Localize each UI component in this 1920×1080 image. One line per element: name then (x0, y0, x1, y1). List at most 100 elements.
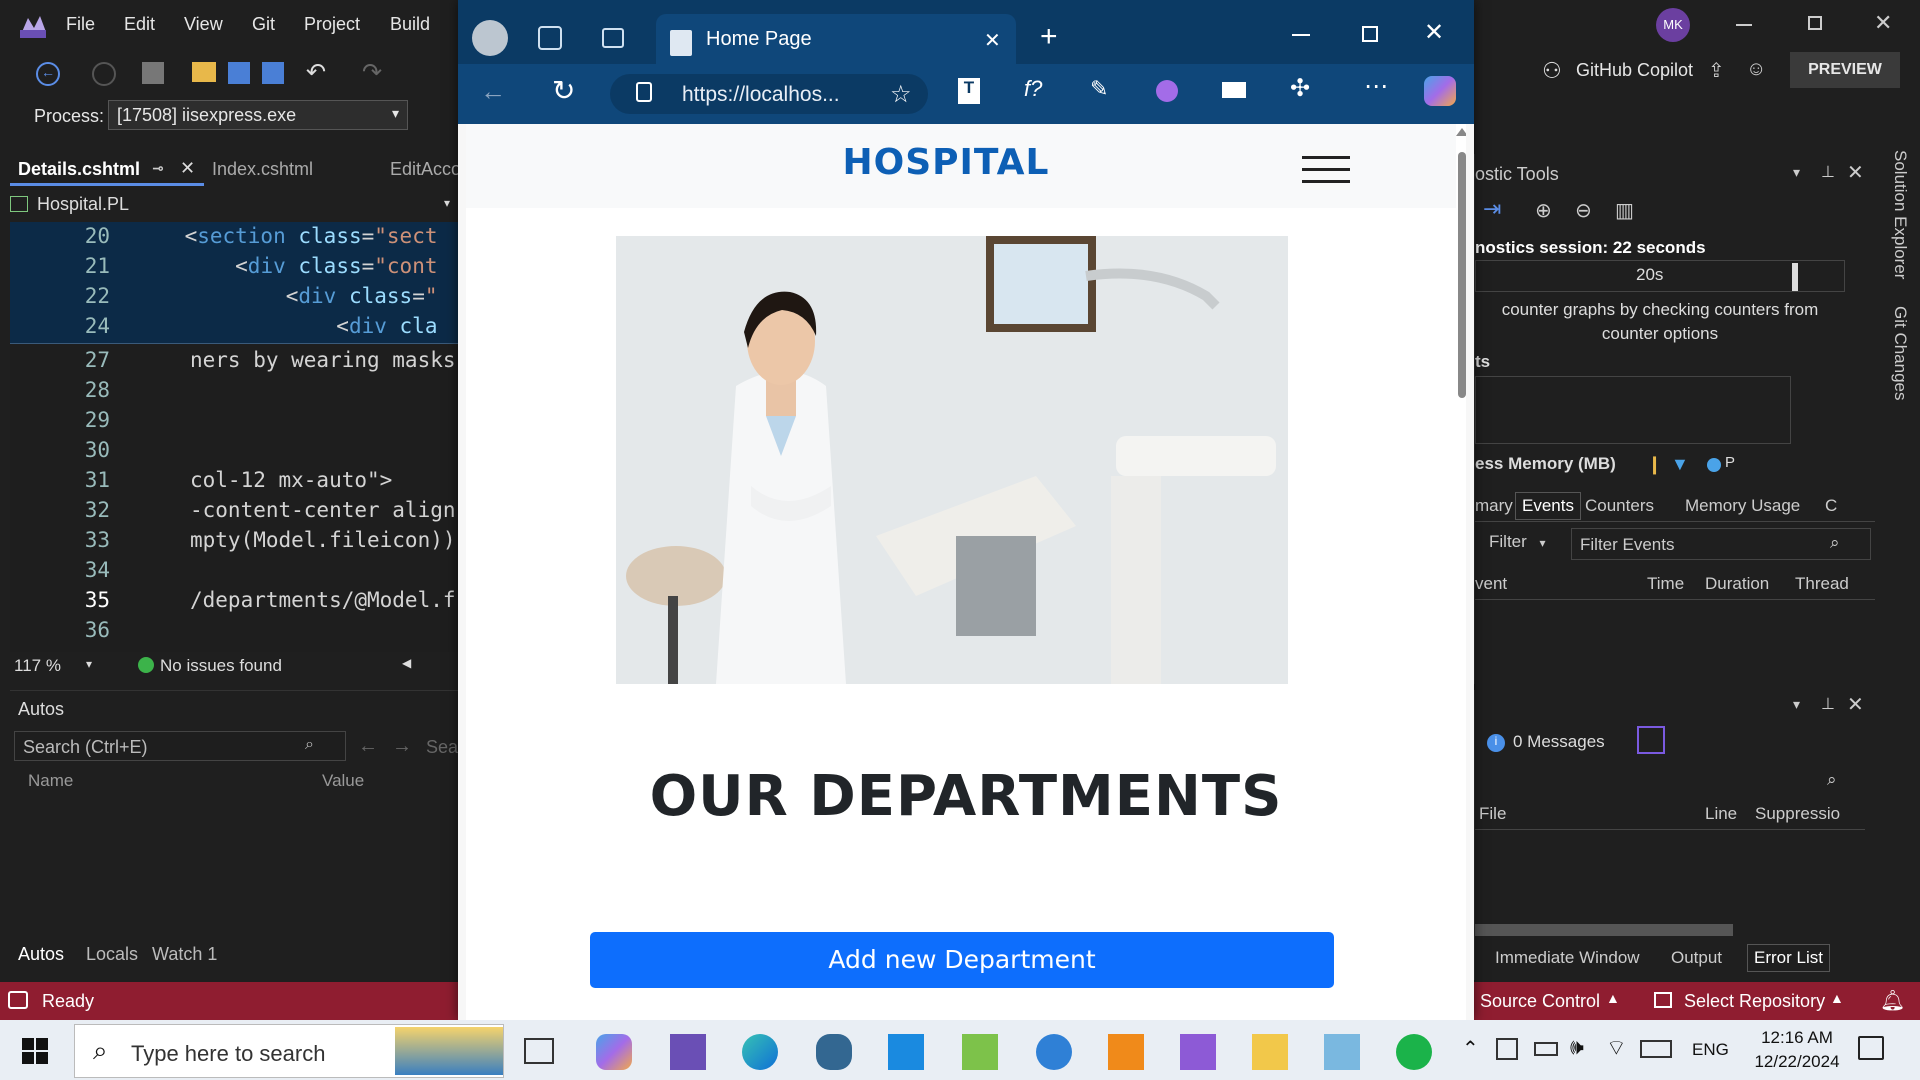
col-time[interactable]: Time (1647, 574, 1684, 594)
menu-view[interactable]: View (184, 14, 223, 35)
horizontal-scrollbar[interactable] (1475, 924, 1733, 936)
arrow-right-icon[interactable]: → (392, 735, 412, 758)
chevron-down-icon[interactable]: ▾ (444, 196, 450, 210)
tab-counters[interactable]: Counters (1585, 496, 1654, 516)
address-bar[interactable]: https://localhos... ☆ (610, 74, 928, 114)
minimize-vs-icon[interactable] (1736, 24, 1752, 26)
save-icon[interactable] (228, 62, 250, 84)
notification-center-icon[interactable] (1858, 1036, 1884, 1060)
process-dropdown[interactable]: [17508] iisexpress.exe ▾ (108, 100, 408, 130)
language-indicator[interactable]: ENG (1692, 1040, 1729, 1060)
tab-solution-explorer[interactable]: Solution Explorer (1890, 150, 1910, 279)
build-filter-icon[interactable] (1637, 726, 1665, 754)
issues-status[interactable]: No issues found (160, 656, 282, 676)
search-icon[interactable]: ⌕ (305, 736, 314, 754)
new-project-icon[interactable] (142, 62, 164, 84)
page-scrollbar[interactable] (1456, 128, 1466, 1020)
task-view-icon[interactable] (524, 1038, 554, 1064)
extensions-puzzle-icon[interactable]: ✣ (1290, 74, 1310, 103)
extension-device-icon[interactable] (1222, 82, 1246, 98)
tab-summary[interactable]: mary (1475, 496, 1513, 516)
windows-start-icon[interactable] (22, 1038, 48, 1064)
code-line[interactable]: 32 -content-center align (10, 496, 460, 526)
notifications-icon[interactable]: 🔔︎ (1880, 988, 1905, 1013)
menu-hamburger-icon[interactable] (1302, 154, 1350, 186)
back-nav-icon[interactable]: ← (36, 62, 60, 86)
zoom-level[interactable]: 117 % (14, 656, 61, 676)
save-all-icon[interactable] (262, 62, 284, 84)
tab-immediate-window[interactable]: Immediate Window (1495, 948, 1640, 968)
refresh-icon[interactable]: ↻ (552, 74, 575, 107)
vertical-tabs-icon[interactable] (602, 28, 624, 48)
pin-icon[interactable]: ⊸ (152, 160, 164, 177)
select-tools-icon[interactable]: ⇥ (1483, 196, 1501, 222)
extension-fx-icon[interactable]: f? (1024, 76, 1042, 102)
code-editor[interactable]: 20 <section class="sect 21 <div class="co… (10, 222, 460, 652)
wifi-icon[interactable]: ⌔ (1606, 1034, 1627, 1062)
menu-git[interactable]: Git (252, 14, 275, 35)
tab-editacco[interactable]: EditAcco (382, 154, 462, 186)
maximize-window-icon[interactable] (1362, 26, 1378, 42)
preview-badge[interactable]: PREVIEW (1790, 52, 1900, 88)
tab-output[interactable]: Output (1671, 948, 1722, 968)
close-tab-icon[interactable]: ✕ (180, 158, 195, 179)
visual-studio-preview-icon[interactable] (1180, 1034, 1216, 1070)
zoom-in-icon[interactable]: ⊕ (1535, 198, 1552, 223)
profile-icon[interactable] (472, 20, 508, 56)
code-line[interactable]: 29 (10, 406, 460, 436)
close-pane-icon[interactable]: ✕ (1847, 160, 1864, 185)
search-icon[interactable]: ⌕ (1827, 770, 1837, 790)
file-explorer-icon[interactable] (1252, 1034, 1288, 1070)
close-vs-icon[interactable]: ✕ (1874, 10, 1892, 36)
clock[interactable]: 12:16 AM 12/22/2024 (1742, 1026, 1852, 1074)
code-line[interactable]: 31 col-12 mx-auto"> (10, 466, 460, 496)
extension-t-icon[interactable]: T (958, 78, 980, 104)
lock-icon[interactable] (636, 82, 652, 102)
menu-edit[interactable]: Edit (124, 14, 155, 35)
code-line[interactable]: 33 mpty(Model.fileicon)) (10, 526, 460, 556)
timeline-cursor[interactable] (1792, 263, 1798, 291)
edge-app-icon[interactable] (742, 1034, 778, 1070)
tray-chevron-up-icon[interactable]: ⌃ (1462, 1036, 1479, 1061)
dropdown-icon[interactable]: ▾ (1793, 696, 1800, 713)
tab-autos[interactable]: Autos (18, 944, 64, 965)
tab-index-cshtml[interactable]: Index.cshtml (204, 154, 384, 186)
workspaces-icon[interactable] (538, 26, 562, 50)
vscode-icon[interactable] (888, 1034, 924, 1070)
puzzle-app-icon[interactable] (962, 1034, 998, 1070)
menu-project[interactable]: Project (304, 14, 360, 35)
project-navbar[interactable]: Hospital.PL ▾ (10, 194, 460, 220)
col-duration[interactable]: Duration (1705, 574, 1769, 594)
sticky-line[interactable]: 21 <div class="cont (10, 252, 460, 282)
dropdown-icon[interactable]: ▾ (1793, 164, 1800, 181)
tab-locals[interactable]: Locals (86, 944, 138, 965)
color-picker-icon[interactable]: ✎ (1090, 76, 1108, 102)
pin-icon[interactable]: ⊥ (1821, 162, 1835, 182)
chevron-down-icon[interactable]: ▾ (86, 657, 92, 671)
more-options-icon[interactable]: ⋯ (1364, 72, 1388, 101)
volume-icon[interactable]: 🕪︎ (1570, 1034, 1584, 1060)
extension-purple-icon[interactable] (1156, 80, 1178, 102)
col-file[interactable]: File (1479, 804, 1506, 824)
tab-details-cshtml[interactable]: Details.cshtml ⊸ ✕ (10, 154, 204, 186)
copilot-icon[interactable]: ⚇ (1542, 58, 1562, 84)
zoom-out-icon[interactable]: ⊖ (1575, 198, 1592, 223)
sticky-line[interactable]: 20 <section class="sect (10, 222, 460, 252)
code-line[interactable]: 36 (10, 616, 460, 646)
code-line[interactable]: 27 ners by wearing masks (10, 346, 460, 376)
add-department-button[interactable]: Add new Department (590, 932, 1334, 988)
sticky-line[interactable]: 22 <div class=" (10, 282, 460, 312)
menu-build[interactable]: Build (390, 14, 430, 35)
tray-app-icon[interactable] (1496, 1038, 1518, 1060)
translate-app-icon[interactable] (1036, 1034, 1072, 1070)
tab-git-changes[interactable]: Git Changes (1890, 306, 1910, 401)
tab-error-list[interactable]: Error List (1747, 944, 1830, 972)
col-thread[interactable]: Thread (1795, 574, 1849, 594)
col-event[interactable]: vent (1475, 574, 1507, 594)
col-line[interactable]: Line (1705, 804, 1737, 824)
menu-file[interactable]: File (66, 14, 95, 35)
filter-events-input[interactable]: Filter Events ⌕ (1571, 528, 1871, 560)
open-folder-icon[interactable] (192, 62, 216, 82)
tab-events[interactable]: Events (1515, 492, 1581, 520)
code-line[interactable]: 35/departments/@Model.f (10, 586, 460, 616)
